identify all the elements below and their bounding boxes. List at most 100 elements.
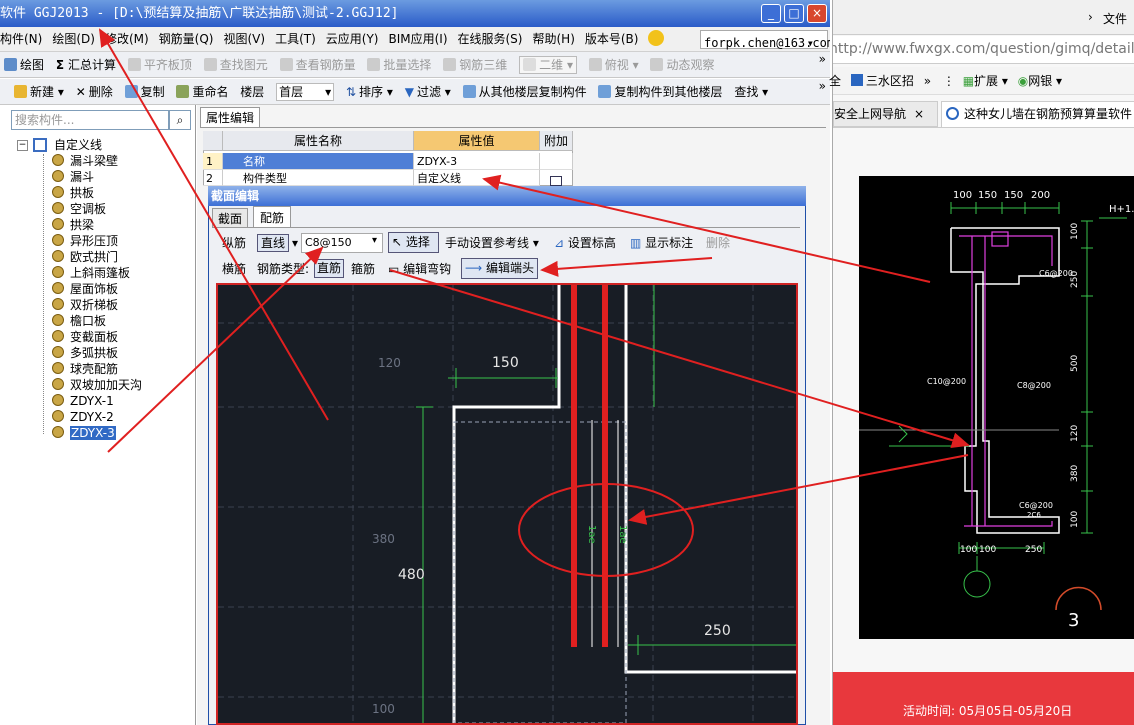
tab-property-edit[interactable]: 属性编辑 bbox=[200, 107, 261, 127]
edit-hook-button[interactable]: ▭ 编辑弯钩 bbox=[388, 260, 451, 278]
prop-name-cell[interactable]: 名称 bbox=[223, 153, 414, 170]
component-icon bbox=[52, 378, 64, 390]
menu-help[interactable]: 帮助(H) bbox=[532, 27, 574, 51]
tree-item[interactable]: 变截面板 bbox=[52, 329, 118, 345]
extra-checkbox[interactable] bbox=[550, 176, 562, 186]
tree-item[interactable]: 球壳配筋 bbox=[52, 361, 118, 377]
menu-cloud[interactable]: 云应用(Y) bbox=[326, 27, 379, 51]
sort-button[interactable]: ⇅ 排序 ▾ bbox=[346, 79, 393, 104]
toolbar-overflow-icon[interactable]: » bbox=[819, 79, 826, 93]
tree-item[interactable]: 双折梯板 bbox=[52, 297, 118, 313]
toolbar-overflow-icon[interactable]: » bbox=[819, 52, 826, 66]
edit-end-button[interactable]: ⟶ 编辑端头 bbox=[461, 258, 539, 279]
menu-modify[interactable]: 修改(M) bbox=[105, 27, 149, 51]
menu-draw[interactable]: 绘图(D) bbox=[52, 27, 95, 51]
tree-item[interactable]: 屋面饰板 bbox=[52, 281, 118, 297]
menu-online[interactable]: 在线服务(S) bbox=[458, 27, 523, 51]
menu-tools[interactable]: 工具(T) bbox=[275, 27, 316, 51]
dim-250: 250 bbox=[704, 623, 731, 639]
rebar-spec-input[interactable]: C8@150 bbox=[301, 233, 383, 253]
menu-view[interactable]: 视图(V) bbox=[223, 27, 265, 51]
rebar-3d-button[interactable]: 钢筋三维 bbox=[443, 52, 507, 77]
top-view-button[interactable]: 俯视 ▾ bbox=[588, 52, 639, 77]
dynamic-view-button[interactable]: 动态观察 bbox=[650, 52, 715, 77]
batch-select-button[interactable]: 批量选择 bbox=[367, 52, 431, 77]
floor-select[interactable]: 首层 ▾ bbox=[276, 83, 335, 101]
tree-item[interactable]: 漏斗 bbox=[52, 169, 94, 185]
prop-name-cell[interactable]: 构件类型 bbox=[223, 170, 414, 186]
draw-button[interactable]: 绘图 bbox=[4, 52, 44, 77]
tab-section[interactable]: 截面 bbox=[212, 208, 249, 228]
tree-item[interactable]: 檐口板 bbox=[52, 313, 106, 329]
browser-menu-file[interactable]: 文件 bbox=[1103, 10, 1127, 27]
find-button[interactable]: 查找 ▾ bbox=[734, 79, 768, 104]
tree-root[interactable]: 自定义线 bbox=[54, 137, 102, 153]
tree-item[interactable]: 上斜雨篷板 bbox=[52, 265, 130, 281]
new-button[interactable]: 新建 ▾ bbox=[14, 79, 64, 104]
chevron-down-icon[interactable]: ▾ bbox=[372, 235, 377, 246]
tab-rebar[interactable]: 配筋 bbox=[253, 206, 292, 228]
delete-button[interactable]: ✕ 删除 bbox=[76, 79, 113, 104]
rename-button[interactable]: 重命名 bbox=[176, 79, 228, 104]
bank-button[interactable]: 网银 bbox=[1028, 74, 1052, 88]
tree-item[interactable]: 异形压顶 bbox=[52, 233, 118, 249]
tree-item[interactable]: 拱梁 bbox=[52, 217, 94, 233]
menu-bim[interactable]: BIM应用(I) bbox=[388, 27, 447, 51]
menu-component[interactable]: 构件(N) bbox=[0, 27, 42, 51]
fav-item[interactable]: 三水区招 bbox=[866, 74, 914, 88]
browser-tab-1[interactable]: 安全上网导航 × bbox=[833, 101, 938, 127]
manual-ref-line-button[interactable]: 手动设置参考线 ▾ bbox=[445, 234, 539, 252]
extension-icon: ▦ bbox=[962, 74, 975, 88]
copy-from-floor-button[interactable]: 从其他楼层复制构件 bbox=[462, 79, 587, 104]
filter-button[interactable]: ▼ 过滤 ▾ bbox=[405, 79, 451, 104]
straight-rebar-button[interactable]: 直筋 bbox=[314, 259, 345, 278]
tree-item[interactable]: 拱板 bbox=[52, 185, 94, 201]
view-mode-select[interactable]: 二维 ▾ bbox=[519, 56, 577, 74]
promo-banner[interactable]: 活动时间: 05月05日-05月20日 bbox=[833, 672, 1134, 725]
tree-item[interactable]: ZDYX-3 bbox=[52, 425, 116, 441]
tree-item[interactable]: ZDYX-1 bbox=[52, 393, 114, 409]
search-icon[interactable]: ⌕ bbox=[169, 110, 191, 130]
browser-tab-2[interactable]: 这种女儿墙在钢筋预算算量软件 bbox=[941, 101, 1134, 127]
tree-item[interactable]: 双坡加加天沟 bbox=[52, 377, 142, 393]
show-label-button[interactable]: ▥ 显示标注 bbox=[630, 234, 693, 252]
copy-to-floor-button[interactable]: 复制构件到其他楼层 bbox=[598, 79, 722, 104]
tree-item[interactable]: ZDYX-2 bbox=[52, 409, 114, 425]
section-canvas[interactable]: 120 150 380 480 250 100 1ae 1ae bbox=[216, 283, 798, 725]
extension-button[interactable]: 扩展 bbox=[974, 74, 998, 88]
find-element-button[interactable]: 查找图元 bbox=[203, 52, 268, 77]
search-input[interactable]: 搜索构件... bbox=[11, 110, 169, 130]
account-dropdown[interactable]: forpk.chen@163.com ▾ bbox=[700, 30, 830, 50]
copy-button[interactable]: 复制 bbox=[124, 79, 165, 104]
line-type-button[interactable]: 直线 bbox=[257, 234, 290, 252]
view-rebar-button[interactable]: 查看钢筋量 bbox=[279, 52, 356, 77]
tree-item-label: 多弧拱板 bbox=[70, 346, 119, 360]
prop-value-cell[interactable]: ZDYX-3 bbox=[414, 153, 540, 170]
face-icon bbox=[648, 30, 665, 46]
close-icon[interactable]: × bbox=[914, 107, 924, 121]
tree-item[interactable]: 多弧拱板 bbox=[52, 345, 118, 361]
collapse-icon[interactable]: − bbox=[17, 140, 28, 151]
prop-value-cell[interactable]: 自定义线 bbox=[414, 170, 540, 186]
minimize-button[interactable]: _ bbox=[761, 4, 781, 23]
menu-rebar-qty[interactable]: 钢筋量(Q) bbox=[159, 27, 214, 51]
set-elevation-button[interactable]: ⊿ 设置标高 bbox=[554, 234, 616, 252]
cad-right-dim: 120 bbox=[1070, 425, 1080, 442]
delete-button[interactable]: 删除 bbox=[706, 234, 730, 252]
menu-version[interactable]: 版本号(B) bbox=[585, 27, 639, 51]
address-bar[interactable]: http://www.fwxgx.com/question/gimq/detai… bbox=[833, 36, 1134, 64]
maximize-button[interactable]: □ bbox=[784, 4, 804, 23]
component-icon bbox=[52, 266, 64, 278]
col-name-header: 属性名称 bbox=[223, 131, 414, 151]
tree-item[interactable]: 漏斗梁壁 bbox=[52, 153, 118, 169]
stirrup-button[interactable]: 箍筋 bbox=[351, 260, 375, 278]
tree-item[interactable]: 空调板 bbox=[52, 201, 106, 217]
menu-dots-icon[interactable]: ⋮ bbox=[943, 74, 955, 88]
sum-button[interactable]: Σ 汇总计算 bbox=[56, 52, 116, 77]
chevron-down-icon[interactable]: ▾ bbox=[292, 234, 298, 252]
close-button[interactable]: × bbox=[807, 4, 827, 23]
select-button[interactable]: ↖ 选择 bbox=[388, 232, 439, 253]
tree-item[interactable]: 欧式拱门 bbox=[52, 249, 118, 265]
more-icon[interactable]: » bbox=[924, 74, 931, 88]
flat-top-button[interactable]: 平齐板顶 bbox=[127, 52, 192, 77]
